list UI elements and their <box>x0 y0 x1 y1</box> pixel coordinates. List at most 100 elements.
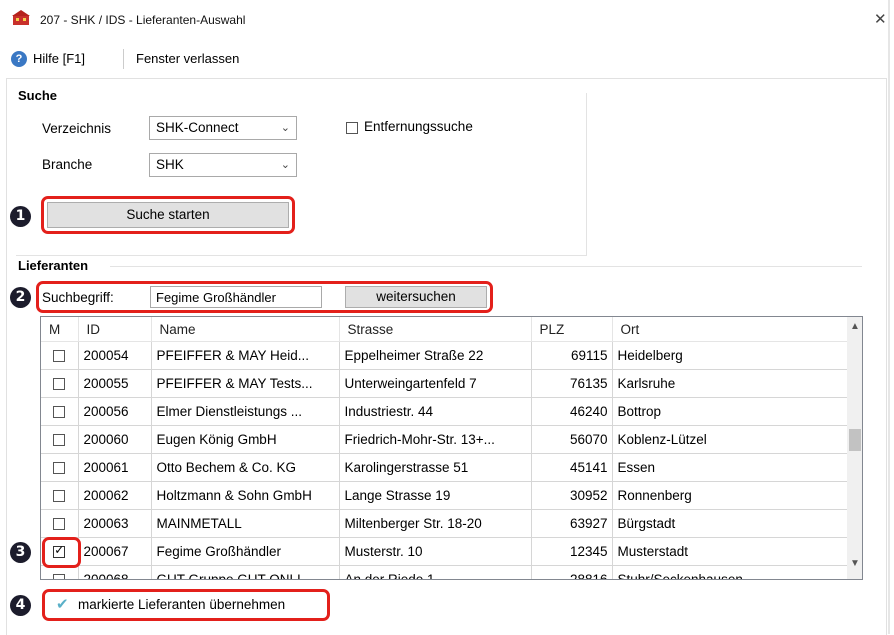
cell-zip: 30952 <box>531 481 613 510</box>
table-row[interactable]: 200062 Holtzmann & Sohn GmbH Lange Strasse… <box>41 481 850 510</box>
vertical-scrollbar[interactable]: ▲ ▼ <box>847 317 862 579</box>
column-header-id[interactable]: ID <box>78 317 152 342</box>
row-checkbox[interactable] <box>53 462 66 475</box>
cell-street: An der Riede 1 <box>339 565 532 579</box>
scroll-down-icon[interactable]: ▼ <box>850 558 860 569</box>
row-checkbox[interactable] <box>53 574 66 579</box>
cell-city: Essen <box>612 453 850 482</box>
step-badge-1: 1 <box>10 206 31 227</box>
row-select-cell <box>41 341 79 370</box>
cell-id: 200056 <box>78 397 152 426</box>
apply-suppliers-button[interactable]: ✔ markierte Lieferanten übernehmen <box>48 594 324 616</box>
cell-name: PFEIFFER & MAY Heid... <box>151 341 340 370</box>
cell-id: 200068 <box>78 565 152 579</box>
cell-name: Elmer Dienstleistungs ... <box>151 397 340 426</box>
menu-separator <box>123 49 124 69</box>
directory-select[interactable]: SHK-Connect ⌄ <box>149 116 297 140</box>
row-checkbox[interactable] <box>53 378 66 391</box>
cell-street: Karolingerstrasse 51 <box>339 453 532 482</box>
row-checkbox[interactable] <box>53 490 66 503</box>
callout-3 <box>42 537 81 568</box>
cell-street: Friedrich-Mohr-Str. 13+... <box>339 425 532 454</box>
cell-name: GUT Gruppe GUT ONLI... <box>151 565 340 579</box>
menu-help[interactable]: Hilfe [F1] <box>33 51 85 66</box>
cell-zip: 56070 <box>531 425 613 454</box>
cell-name: Eugen König GmbH <box>151 425 340 454</box>
column-header-zip[interactable]: PLZ <box>531 317 613 342</box>
cell-city: Bottrop <box>612 397 850 426</box>
scroll-thumb[interactable] <box>849 429 861 451</box>
cell-street: Miltenberger Str. 18-20 <box>339 509 532 538</box>
table-row[interactable]: 200068 GUT Gruppe GUT ONLI... An der Riede… <box>41 565 850 579</box>
distance-search-label: Entfernungssuche <box>364 119 473 134</box>
cell-city: Ronnenberg <box>612 481 850 510</box>
row-checkbox[interactable] <box>53 518 66 531</box>
cell-id: 200060 <box>78 425 152 454</box>
table-row[interactable]: 200061 Otto Bechem & Co. KG Karolingerstra… <box>41 453 850 482</box>
step-badge-4: 4 <box>10 595 31 616</box>
branch-label: Branche <box>42 157 93 172</box>
cell-id: 200055 <box>78 369 152 398</box>
distance-search-checkbox[interactable] <box>346 122 358 134</box>
menu-exit[interactable]: Fenster verlassen <box>136 51 239 66</box>
branch-select[interactable]: SHK ⌄ <box>149 153 297 177</box>
column-header-city[interactable]: Ort <box>612 317 850 342</box>
cell-name: PFEIFFER & MAY Tests... <box>151 369 340 398</box>
cell-zip: 12345 <box>531 537 613 566</box>
app-icon <box>12 10 30 25</box>
cell-city: Musterstadt <box>612 537 850 566</box>
cell-zip: 46240 <box>531 397 613 426</box>
apply-suppliers-label: markierte Lieferanten übernehmen <box>78 597 286 612</box>
table-row[interactable]: 200056 Elmer Dienstleistungs ... Industrie… <box>41 397 850 426</box>
cell-street: Lange Strasse 19 <box>339 481 532 510</box>
row-checkbox[interactable] <box>53 434 66 447</box>
branch-value: SHK <box>156 157 184 172</box>
cell-id: 200062 <box>78 481 152 510</box>
suppliers-table: M ID Name Strasse PLZ Ort 200054 PFEIFFER… <box>40 316 863 580</box>
row-checkbox[interactable] <box>53 406 66 419</box>
cell-id: 200067 <box>78 537 152 566</box>
row-select-cell <box>41 481 79 510</box>
cell-city: Heidelberg <box>612 341 850 370</box>
cell-city: Karlsruhe <box>612 369 850 398</box>
close-icon[interactable]: ✕ <box>874 10 887 28</box>
step-badge-3: 3 <box>10 542 31 563</box>
chevron-down-icon: ⌄ <box>280 122 290 134</box>
chevron-down-icon: ⌄ <box>280 159 290 171</box>
search-section-title: Suche <box>18 88 58 103</box>
column-header-name[interactable]: Name <box>151 317 340 342</box>
suppliers-section-title: Lieferanten <box>18 258 89 273</box>
table-row[interactable]: 200054 PFEIFFER & MAY Heid... Eppelheimer … <box>41 341 850 370</box>
directory-label: Verzeichnis <box>42 121 112 136</box>
table-row[interactable]: 200055 PFEIFFER & MAY Tests... Unterweinga… <box>41 369 850 398</box>
callout-1 <box>41 196 295 234</box>
table-row[interactable]: 200063 MAINMETALL Miltenberger Str. 18-20 6… <box>41 509 850 538</box>
table-header-row: M ID Name Strasse PLZ Ort <box>41 317 850 342</box>
cell-zip: 69115 <box>531 341 613 370</box>
cell-name: Otto Bechem & Co. KG <box>151 453 340 482</box>
help-icon[interactable]: ? <box>11 51 27 67</box>
column-header-m[interactable]: M <box>41 317 79 342</box>
table-row[interactable]: 200060 Eugen König GmbH Friedrich-Mohr-Str… <box>41 425 850 454</box>
row-select-cell <box>41 509 79 538</box>
row-select-cell <box>41 369 79 398</box>
cell-name: MAINMETALL <box>151 509 340 538</box>
scroll-up-icon[interactable]: ▲ <box>850 321 860 332</box>
cell-id: 200061 <box>78 453 152 482</box>
row-select-cell <box>41 453 79 482</box>
window-frame-right <box>888 0 890 634</box>
cell-zip: 63927 <box>531 509 613 538</box>
checkmark-icon: ✔ <box>56 596 69 613</box>
row-checkbox[interactable] <box>53 350 66 363</box>
cell-street: Musterstr. 10 <box>339 537 532 566</box>
directory-value: SHK-Connect <box>156 120 239 135</box>
table-row[interactable]: ✓ 200067 Fegime Großhändler Musterstr. 10 12… <box>41 537 850 566</box>
section-divider <box>110 266 862 267</box>
cell-zip: 45141 <box>531 453 613 482</box>
row-select-cell <box>41 425 79 454</box>
row-select-cell <box>41 397 79 426</box>
column-header-street[interactable]: Strasse <box>339 317 532 342</box>
cell-zip: 28816 <box>531 565 613 579</box>
cell-street: Eppelheimer Straße 22 <box>339 341 532 370</box>
cell-city: Stuhr/Seckenhausen <box>612 565 850 579</box>
